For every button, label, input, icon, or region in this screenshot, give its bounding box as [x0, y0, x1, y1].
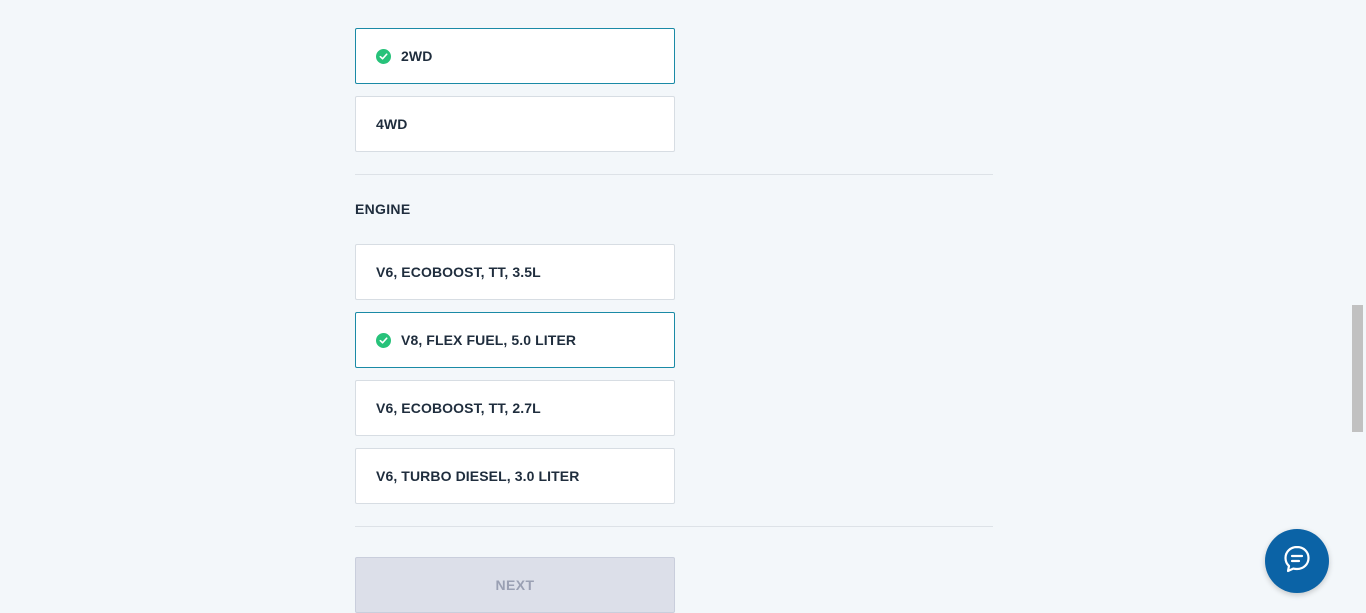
option-label: V6, ECOBOOST, TT, 2.7L — [376, 400, 541, 416]
chat-bubble-icon — [1281, 543, 1313, 580]
page-scrollbar[interactable] — [1349, 0, 1366, 613]
section-divider — [355, 526, 993, 527]
option-label: 4WD — [376, 116, 408, 132]
chat-launcher-button[interactable] — [1265, 529, 1329, 593]
option-label: V6, ECOBOOST, TT, 3.5L — [376, 264, 541, 280]
drive-option-2wd[interactable]: 2WD — [355, 28, 675, 84]
next-button[interactable]: NEXT — [355, 557, 675, 613]
page: 2WD 4WD ENGINE V6, ECOBOOST, TT, 3.5L V8… — [0, 0, 1366, 613]
option-label: V6, TURBO DIESEL, 3.0 LITER — [376, 468, 580, 484]
engine-option-v6-ecoboost-3-5[interactable]: V6, ECOBOOST, TT, 3.5L — [355, 244, 675, 300]
engine-option-v6-turbo-diesel[interactable]: V6, TURBO DIESEL, 3.0 LITER — [355, 448, 675, 504]
option-label: V8, FLEX FUEL, 5.0 LITER — [401, 332, 577, 348]
engine-option-v8-flex-fuel[interactable]: V8, FLEX FUEL, 5.0 LITER — [355, 312, 675, 368]
scrollbar-thumb[interactable] — [1352, 305, 1363, 432]
section-divider — [355, 174, 993, 175]
check-circle-icon — [376, 48, 391, 64]
option-label: 2WD — [401, 48, 433, 64]
check-circle-icon — [376, 332, 391, 348]
engine-section-title: ENGINE — [355, 201, 411, 217]
drive-option-4wd[interactable]: 4WD — [355, 96, 675, 152]
engine-option-v6-ecoboost-2-7[interactable]: V6, ECOBOOST, TT, 2.7L — [355, 380, 675, 436]
